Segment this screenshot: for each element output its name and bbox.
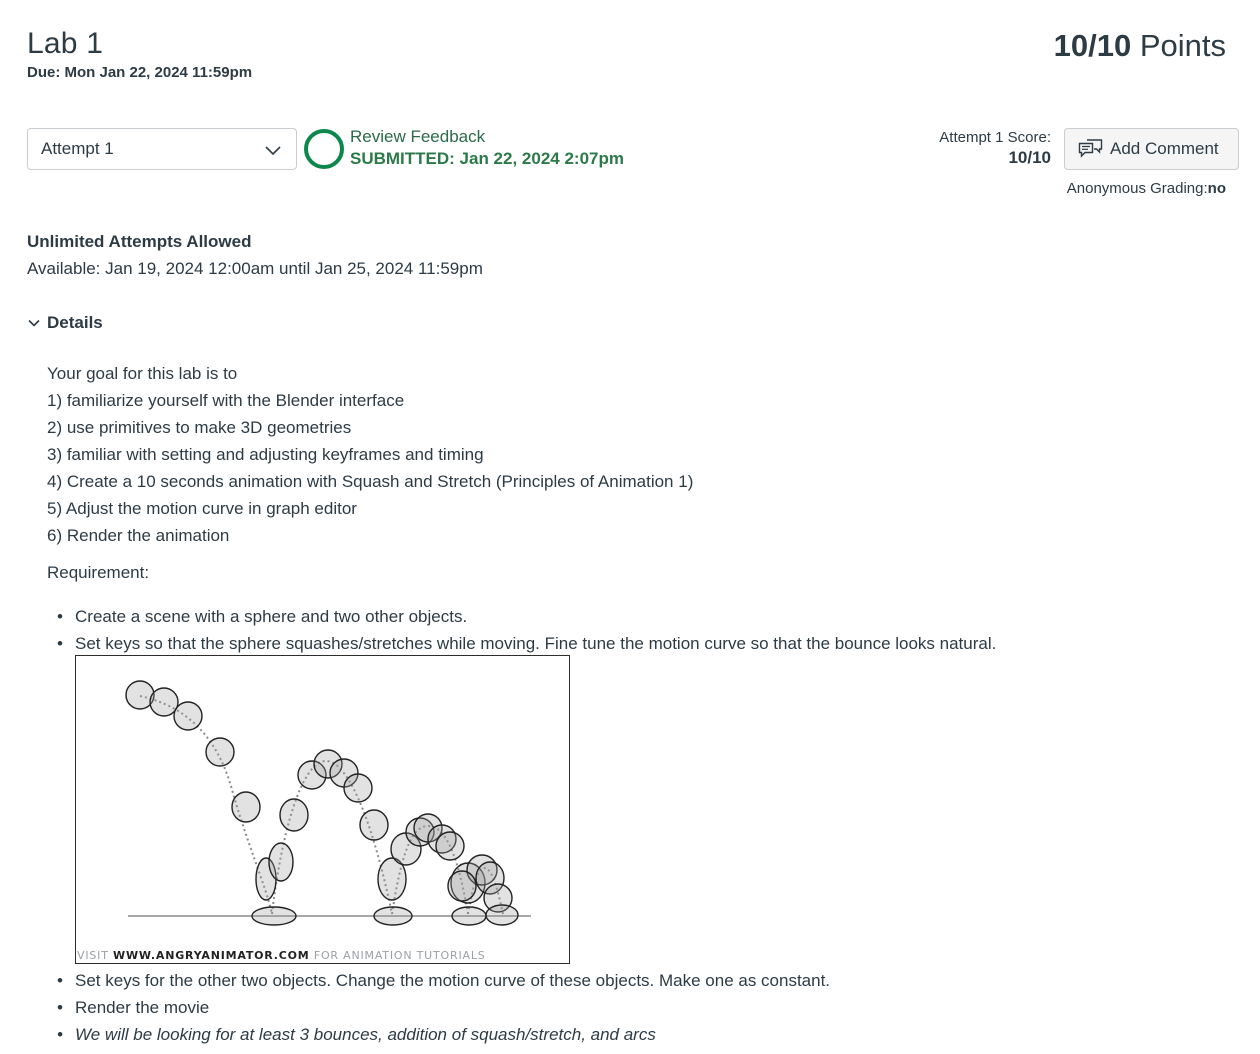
bouncing-ball-illustration: VISIT WWW.ANGRYANIMATOR.COM FOR ANIMATIO… [75,655,570,964]
ball-drawing [451,906,487,926]
availability-dates: Available: Jan 19, 2024 12:00am until Ja… [27,259,483,278]
list-item: Render the movie [47,994,830,1021]
attempt-score-value: 10/10 [1008,148,1051,167]
points-score: 10/10 [1053,28,1132,63]
goal-line: 2) use primitives to make 3D geometries [47,418,352,437]
requirements-list: Create a scene with a sphere and two oth… [47,603,996,657]
submitted-status: SUBMITTED: Jan 22, 2024 2:07pm [350,149,624,168]
comment-icon [1078,139,1103,158]
list-item: We will be looking for at least 3 bounce… [47,1021,830,1048]
requirement-label: Requirement: [47,563,150,582]
goal-line: 1) familiarize yourself with the Blender… [47,391,405,410]
details-toggle[interactable]: Details [27,313,103,333]
attempt-select[interactable]: Attempt 1 [27,128,297,170]
anonymous-grading-label: Anonymous Grading: [1066,180,1208,197]
list-item: Set keys for the other two objects. Chan… [47,967,830,994]
ball-drawing [435,831,465,861]
due-date: Due: Mon Jan 22, 2024 11:59pm [27,64,253,81]
ball-drawing [343,773,373,803]
goal-line: 4) Create a 10 seconds animation with Sq… [47,472,694,491]
ball-drawing [268,842,294,882]
goal-line: 5) Adjust the motion curve in graph edit… [47,499,357,518]
submission-status-icon [304,129,344,169]
chevron-down-icon [265,146,281,156]
anonymous-grading-value: no [1207,180,1226,197]
ball-drawing [173,701,203,731]
ball-drawing [447,870,477,902]
anonymous-grading: Anonymous Grading:no [1067,180,1226,197]
points-label: Points [1139,28,1226,63]
attempt-select-value: Attempt 1 [41,139,114,158]
review-feedback-link[interactable]: Review Feedback [350,127,485,147]
ball-drawing [359,809,389,841]
image-credit: VISIT WWW.ANGRYANIMATOR.COM FOR ANIMATIO… [77,949,486,962]
attempts-allowed: Unlimited Attempts Allowed [27,232,252,251]
bouncing-ball-drawing [125,680,531,926]
ball-drawing [205,737,235,767]
ball-drawing [485,904,519,926]
goal-line: Your goal for this lab is to [47,364,238,383]
list-item: Set keys so that the sphere squashes/str… [47,630,996,657]
details-toggle-label: Details [47,313,103,332]
chevron-down-icon [28,319,40,327]
ball-drawing [373,906,413,926]
ball-drawing [279,798,309,832]
points-display: 10/10 Points [1054,28,1226,64]
requirements-list-continued: Set keys for the other two objects. Chan… [47,967,830,1048]
attempt-score-label: Attempt 1 Score: [939,129,1051,146]
goal-line: 3) familiar with setting and adjusting k… [47,445,484,464]
goal-line: 6) Render the animation [47,526,230,545]
add-comment-button[interactable]: Add Comment [1064,128,1239,170]
image-credit-pre: VISIT [77,949,114,962]
page-title: Lab 1 [27,27,104,60]
ball-drawing [231,791,261,823]
lab-goals: Your goal for this lab is to 1) familiar… [47,360,693,549]
add-comment-label: Add Comment [1110,139,1219,158]
list-item: Create a scene with a sphere and two oth… [47,603,996,630]
ball-drawing [251,906,297,926]
ball-drawing [149,687,179,717]
image-credit-post: FOR ANIMATION TUTORIALS [309,949,486,962]
image-credit-url: WWW.ANGRYANIMATOR.COM [113,949,310,962]
